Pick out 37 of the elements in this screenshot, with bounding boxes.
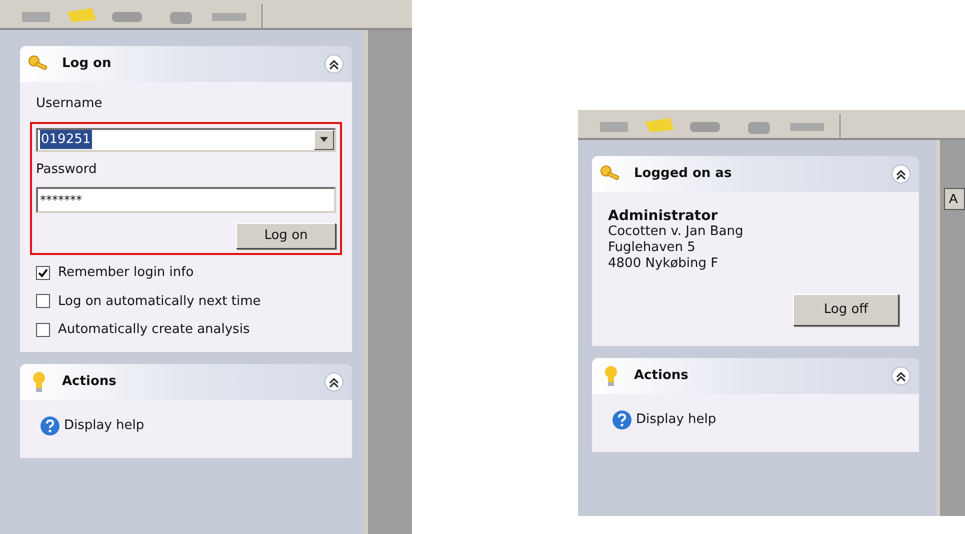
card-header[interactable]: Actions [592, 358, 919, 394]
address-line: Fuglehaven 5 [608, 240, 696, 256]
card-title: Actions [634, 367, 690, 386]
field-label: Username [35, 95, 104, 113]
field-label: Password [36, 160, 98, 178]
log-button[interactable]: Log on [236, 223, 336, 249]
checkbox-label[interactable]: Automatically create analysis [58, 320, 250, 340]
key-icon [600, 165, 622, 183]
lightbulb-icon [32, 370, 46, 392]
key-icon [28, 55, 50, 73]
card-title: Logged on as [634, 165, 733, 184]
card-title: Log on [62, 55, 112, 74]
address-line: Cocotten v. Jan Bang [608, 224, 744, 240]
card-header[interactable]: Actions [20, 364, 352, 400]
collapse-icon[interactable] [324, 372, 344, 392]
collapse-icon[interactable] [324, 54, 344, 74]
log-button[interactable]: Log off [793, 294, 899, 326]
help-icon [40, 416, 60, 436]
checkbox-label[interactable]: Log on automatically next time [58, 292, 261, 311]
help-icon [612, 410, 632, 430]
collapse-icon[interactable] [891, 164, 911, 184]
column-header: A [944, 188, 965, 210]
password-field[interactable]: ******* [36, 187, 336, 213]
checkbox[interactable] [36, 294, 50, 308]
checkbox[interactable] [36, 266, 50, 280]
lightbulb-icon [604, 365, 618, 387]
user-name: Administrator [608, 208, 719, 224]
checkbox[interactable] [36, 322, 50, 337]
help-link[interactable]: Display help [64, 416, 144, 436]
address-line: 4800 Nykøbing F [608, 256, 720, 272]
checkbox-label[interactable]: Remember login info [58, 263, 194, 282]
collapse-icon[interactable] [891, 366, 911, 386]
card-title: Actions [62, 372, 118, 391]
card-header[interactable]: Log on [20, 46, 352, 82]
username-combo[interactable]: 019251 [36, 128, 336, 152]
help-link[interactable]: Display help [636, 410, 716, 430]
card-header[interactable]: Logged on as [592, 156, 919, 192]
